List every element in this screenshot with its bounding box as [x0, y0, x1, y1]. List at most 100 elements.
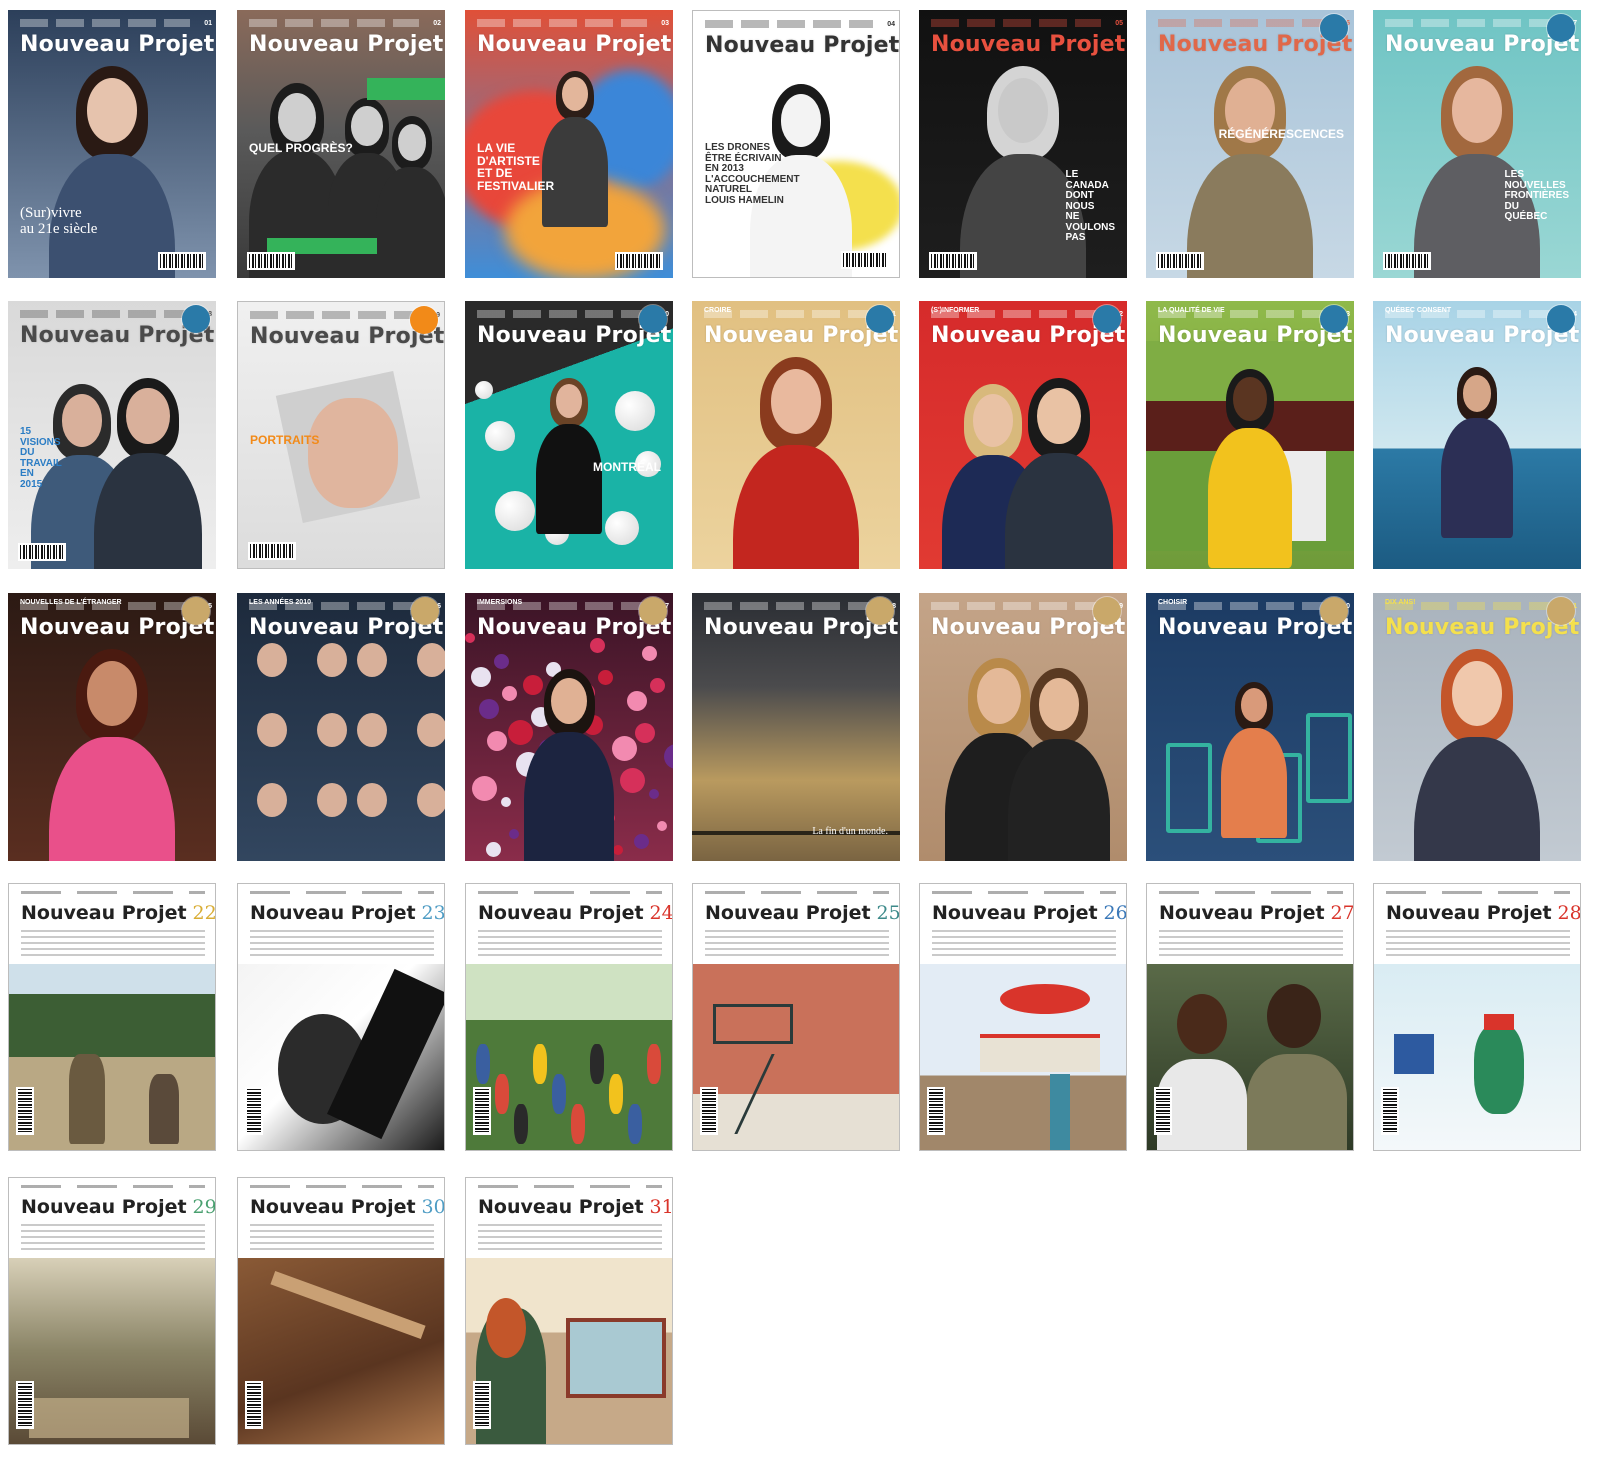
stairs — [734, 1054, 845, 1134]
issue-number: 03 — [661, 20, 669, 27]
masthead-title: Nouveau Projet — [1386, 902, 1552, 924]
cover-topline — [477, 310, 647, 318]
cover-masthead: Nouveau Projet 24 — [478, 902, 672, 924]
cover-headline: Nouvelles de l'étranger — [20, 599, 122, 606]
chair — [1166, 743, 1212, 833]
magazine-cover-30[interactable]: Nouveau Projet 30 — [237, 1177, 445, 1445]
flower — [471, 667, 491, 687]
magazine-cover-31[interactable]: Nouveau Projet 31 — [465, 1177, 673, 1445]
magazine-cover-01[interactable]: 01 Nouveau Projet (Sur)vivre au 21e siècle — [8, 10, 216, 278]
flower — [635, 723, 655, 743]
magazine-cover-24[interactable]: Nouveau Projet 24 — [465, 883, 673, 1151]
cover-masthead: Nouveau Projet — [1158, 323, 1353, 348]
issue-number: 26 — [1103, 902, 1127, 924]
person-body — [524, 731, 614, 861]
flower — [634, 834, 649, 849]
magazine-cover-13[interactable]: 13Nouveau ProjetLa qualité de vie — [1146, 301, 1354, 569]
magazine-cover-28[interactable]: Nouveau Projet 28 — [1373, 883, 1581, 1151]
masthead-title: Nouveau Projet — [250, 1196, 416, 1218]
magazine-cover-07[interactable]: 07Nouveau ProjetLes nouvelles frontières… — [1373, 10, 1581, 278]
bubble-shape — [495, 491, 535, 531]
masthead-title: Nouveau Projet — [478, 1196, 644, 1218]
magazine-cover-06[interactable]: 06Nouveau ProjetRégénérescences — [1146, 10, 1354, 278]
person — [514, 1104, 528, 1144]
person — [628, 1104, 642, 1144]
cover-headline: Québec consent — [1385, 307, 1452, 314]
magazine-cover-05[interactable]: 05 Nouveau Projet Le Canada dont nous ne v… — [919, 10, 1127, 278]
cover-image — [1147, 964, 1353, 1150]
magazine-cover-15[interactable]: 15Nouveau ProjetNouvelles de l'étranger — [8, 593, 216, 861]
cover-topline — [250, 1185, 434, 1188]
person-face — [977, 668, 1021, 725]
cover-contents-lines — [1159, 930, 1343, 956]
person-face — [780, 94, 822, 147]
person-face — [1037, 388, 1081, 445]
flower — [620, 768, 645, 793]
magazine-cover-11[interactable]: 11Nouveau ProjetCroire — [692, 301, 900, 569]
magazine-cover-12[interactable]: 12Nouveau Projet(S')informer — [919, 301, 1127, 569]
magazine-cover-26[interactable]: Nouveau Projet 26 — [919, 883, 1127, 1151]
cover-topline — [21, 891, 205, 894]
badge-seal — [1320, 14, 1348, 42]
flower — [598, 670, 613, 685]
crowd-face — [317, 713, 347, 747]
magazine-cover-19[interactable]: 19Nouveau Projet — [919, 593, 1127, 861]
figure-hair — [486, 1298, 526, 1358]
cover-header: Nouveau Projet 26 — [920, 884, 1126, 964]
person-body — [1187, 153, 1313, 278]
cover-headline: Immersions — [477, 599, 523, 606]
chair — [1306, 713, 1352, 803]
flower — [613, 845, 623, 855]
cover-header: Nouveau Projet 25 — [693, 884, 899, 964]
bubble-shape — [475, 381, 493, 399]
badge-seal — [866, 305, 894, 333]
sign-motel — [980, 1034, 1100, 1072]
cover-headline: Choisir — [1158, 599, 1188, 606]
magazine-cover-10[interactable]: 10Nouveau ProjetMontréal — [465, 301, 673, 569]
magazine-cover-02[interactable]: 02 Nouveau Projet Quel progrès? — [237, 10, 445, 278]
cover-contents-lines — [21, 1224, 205, 1250]
magazine-cover-20[interactable]: 20Nouveau ProjetChoisir — [1146, 593, 1354, 861]
magazine-cover-22[interactable]: Nouveau Projet 22 — [8, 883, 216, 1151]
person-body — [1441, 417, 1513, 538]
crowd-face — [357, 713, 387, 747]
magazine-cover-04[interactable]: 04 Nouveau Projet Les drones Être écrivain… — [692, 10, 900, 278]
cover-topline — [250, 891, 434, 894]
issue-number: 27 — [1330, 902, 1354, 924]
magazine-cover-09[interactable]: 09Nouveau ProjetPortraits — [237, 301, 445, 569]
masthead-title: Nouveau Projet — [21, 902, 187, 924]
cover-topline — [705, 20, 873, 28]
magazine-cover-08[interactable]: 08Nouveau Projet15 visions du travail en… — [8, 301, 216, 569]
magazine-cover-23[interactable]: Nouveau Projet 23 — [237, 883, 445, 1151]
person — [590, 1044, 604, 1084]
magazine-cover-03[interactable]: 03 Nouveau Projet La vie d'artiste et de f… — [465, 10, 673, 278]
person-body — [1221, 727, 1287, 838]
issue-number: 25 — [876, 902, 900, 924]
cover-topline — [250, 311, 418, 319]
magazine-cover-16[interactable]: 16Nouveau ProjetLes années 2010 — [237, 593, 445, 861]
flower — [642, 646, 657, 661]
magazine-cover-17[interactable]: 17Nouveau ProjetImmersions — [465, 593, 673, 861]
bubble-shape — [605, 511, 639, 545]
masthead-title: Nouveau Projet — [478, 902, 644, 924]
magazine-cover-21[interactable]: 21Nouveau ProjetDix ans! — [1373, 593, 1581, 861]
cover-topline — [931, 602, 1101, 610]
path — [270, 1271, 426, 1339]
magazine-cover-29[interactable]: Nouveau Projet 29 — [8, 1177, 216, 1445]
ruins — [29, 1398, 189, 1438]
magazine-cover-25[interactable]: Nouveau Projet 25 — [692, 883, 900, 1151]
flower — [465, 633, 475, 643]
flower — [664, 744, 673, 769]
magazine-cover-27[interactable]: Nouveau Projet 27 — [1146, 883, 1354, 1151]
magazine-cover-14[interactable]: 14Nouveau ProjetQuébec consent — [1373, 301, 1581, 569]
cover-masthead: Nouveau Projet 27 — [1159, 902, 1354, 924]
cover-topline — [20, 310, 190, 318]
magazine-cover-18[interactable]: 18Nouveau ProjetLa fin d'un monde. — [692, 593, 900, 861]
cover-masthead: Nouveau Projet — [931, 323, 1126, 348]
cover-topline — [932, 891, 1116, 894]
cover-headline: Les années 2010 — [249, 599, 311, 606]
cover-topline — [1386, 891, 1570, 894]
barcode — [841, 251, 889, 269]
barcode — [700, 1087, 718, 1135]
cover-masthead: Nouveau Projet — [250, 324, 445, 349]
